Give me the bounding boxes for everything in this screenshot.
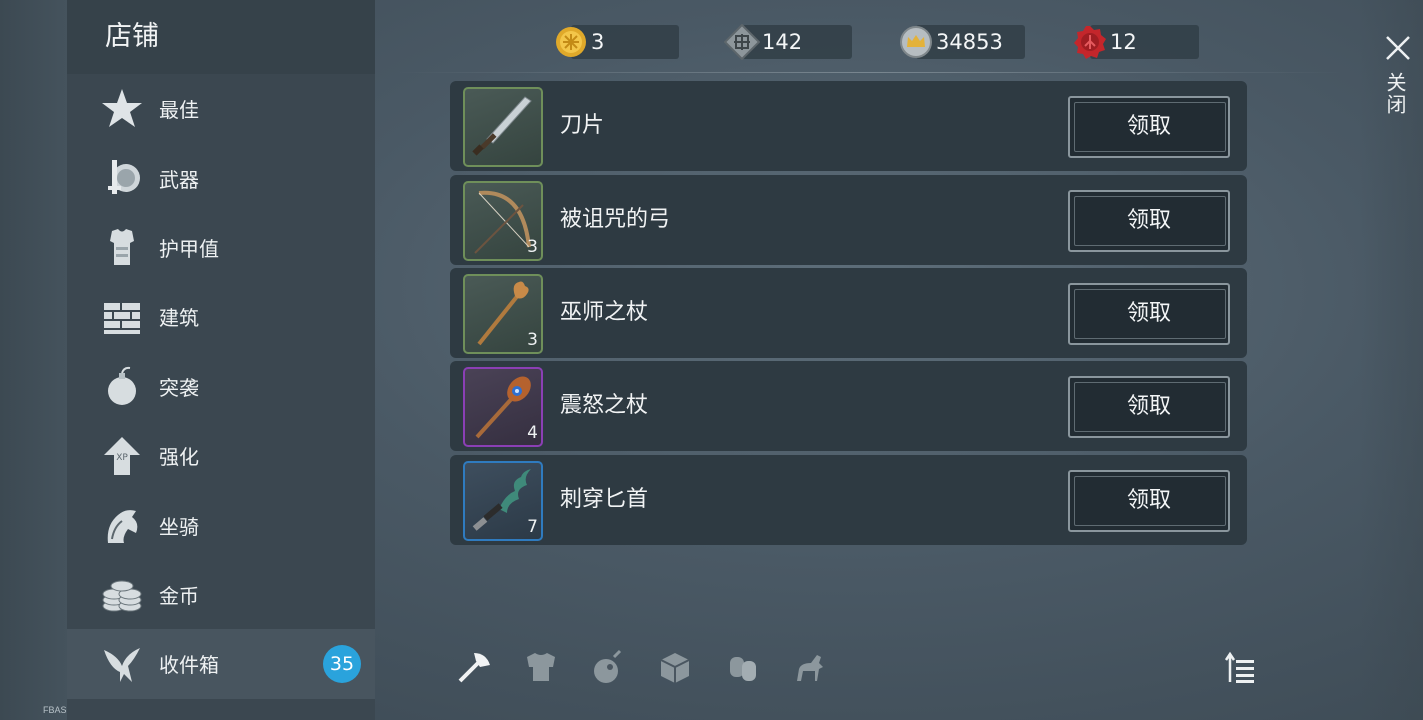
brick-wall-icon xyxy=(99,294,145,340)
item-count: 7 xyxy=(527,517,538,537)
xp-arrow-icon: XP xyxy=(99,433,145,479)
horse-head-icon xyxy=(99,502,145,548)
crate-icon xyxy=(660,653,689,683)
currency-value: 12 xyxy=(1110,30,1137,54)
sidebar-item-label: 最佳 xyxy=(159,98,199,123)
sidebar-item-weapons[interactable]: 武器 xyxy=(67,143,375,212)
filter-armor[interactable] xyxy=(507,645,574,689)
gold-coin-icon xyxy=(553,24,589,60)
claim-button[interactable]: 领取 xyxy=(1068,190,1230,252)
horse-icon xyxy=(796,655,823,681)
close-icon xyxy=(1386,36,1410,60)
sidebar-item-label: 金币 xyxy=(159,583,199,608)
close-button[interactable] xyxy=(1380,30,1416,66)
item-name: 刺穿匕首 xyxy=(560,487,649,512)
sidebar-item-label: 坐骑 xyxy=(159,514,199,539)
currency-gold: 3 xyxy=(553,24,679,60)
sidebar-item-buildings[interactable]: 建筑 xyxy=(67,282,375,351)
category-filter-bar xyxy=(440,645,842,689)
claim-button[interactable]: 领取 xyxy=(1068,283,1230,345)
currency-value: 34853 xyxy=(936,30,1003,54)
list-item: 7 刺穿匕首 领取 xyxy=(450,455,1247,545)
list-item: 3 巫师之杖 领取 xyxy=(450,268,1247,358)
star-icon xyxy=(99,86,145,132)
item-thumbnail: 3 xyxy=(463,274,543,354)
inbox-count-badge: 35 xyxy=(323,644,361,683)
item-thumbnail: 4 xyxy=(463,367,543,447)
sword-shield-icon xyxy=(99,155,145,201)
item-name: 巫师之杖 xyxy=(560,300,649,325)
list-item: 4 震怒之杖 领取 xyxy=(450,361,1247,451)
filter-scrolls[interactable] xyxy=(708,645,775,689)
list-item: 刀片 领取 xyxy=(450,81,1247,171)
sidebar-title: 店铺 xyxy=(67,0,375,74)
item-thumbnail xyxy=(463,87,543,167)
svg-text:XP: XP xyxy=(116,453,128,463)
sidebar-item-best[interactable]: 最佳 xyxy=(67,74,375,143)
armor-icon xyxy=(99,224,145,270)
sort-icon xyxy=(1224,651,1254,683)
item-name: 刀片 xyxy=(560,113,605,138)
filter-raid[interactable] xyxy=(574,645,641,689)
currency-value: 3 xyxy=(591,30,605,54)
sidebar-item-label: 武器 xyxy=(159,167,199,192)
sidebar-item-label: 收件箱 xyxy=(159,653,219,678)
sidebar-item-label: 强化 xyxy=(159,445,199,470)
scroll-icon xyxy=(729,657,756,681)
item-count: 3 xyxy=(527,330,538,350)
coin-stack-icon xyxy=(99,571,145,617)
chest-armor-icon xyxy=(526,653,555,681)
sidebar-item-boost[interactable]: XP 强化 xyxy=(67,421,375,490)
list-item: 3 被诅咒的弓 领取 xyxy=(450,175,1247,265)
rune-stone-icon xyxy=(724,24,760,60)
item-name: 被诅咒的弓 xyxy=(560,207,671,232)
sidebar-item-inbox[interactable]: 收件箱 35 xyxy=(67,629,375,699)
potion-bomb-icon xyxy=(593,649,621,683)
item-count: 4 xyxy=(527,423,538,443)
blade-icon xyxy=(472,96,532,156)
item-thumbnail: 3 xyxy=(463,181,543,261)
filter-buildings[interactable] xyxy=(641,645,708,689)
item-thumbnail: 7 xyxy=(463,461,543,541)
claim-button[interactable]: 领取 xyxy=(1068,470,1230,532)
sort-button[interactable] xyxy=(1222,650,1258,686)
sidebar-item-label: 建筑 xyxy=(159,306,199,331)
currency-crown: 34853 xyxy=(898,24,1025,60)
claim-button[interactable]: 领取 xyxy=(1068,376,1230,438)
sidebar-item-raid[interactable]: 突袭 xyxy=(67,352,375,421)
close-label[interactable]: 关闭 xyxy=(1381,72,1410,116)
header-divider xyxy=(395,72,1345,73)
eagle-icon xyxy=(99,641,145,687)
item-name: 震怒之杖 xyxy=(560,393,649,418)
shop-sidebar: 店铺 最佳 武器 护甲值 建筑 突袭 XP 强化 坐骑 金币 收件箱 35 xyxy=(67,0,375,720)
axe-icon xyxy=(458,653,490,683)
red-seal-icon xyxy=(1072,24,1108,60)
left-edge-strip xyxy=(0,0,67,720)
currency-value: 142 xyxy=(762,30,803,54)
currency-seal: 12 xyxy=(1072,24,1199,60)
sidebar-item-mounts[interactable]: 坐骑 xyxy=(67,490,375,559)
sidebar-item-label: 突袭 xyxy=(159,375,199,400)
sidebar-item-armor[interactable]: 护甲值 xyxy=(67,213,375,282)
sidebar-item-coins[interactable]: 金币 xyxy=(67,560,375,629)
currency-rune: 142 xyxy=(724,24,852,60)
crown-coin-icon xyxy=(898,24,934,60)
claim-button[interactable]: 领取 xyxy=(1068,96,1230,158)
item-count: 3 xyxy=(527,237,538,257)
filter-axe[interactable] xyxy=(440,645,507,689)
sidebar-item-label: 护甲值 xyxy=(159,236,219,261)
filter-mounts[interactable] xyxy=(775,645,842,689)
bomb-icon xyxy=(99,363,145,409)
